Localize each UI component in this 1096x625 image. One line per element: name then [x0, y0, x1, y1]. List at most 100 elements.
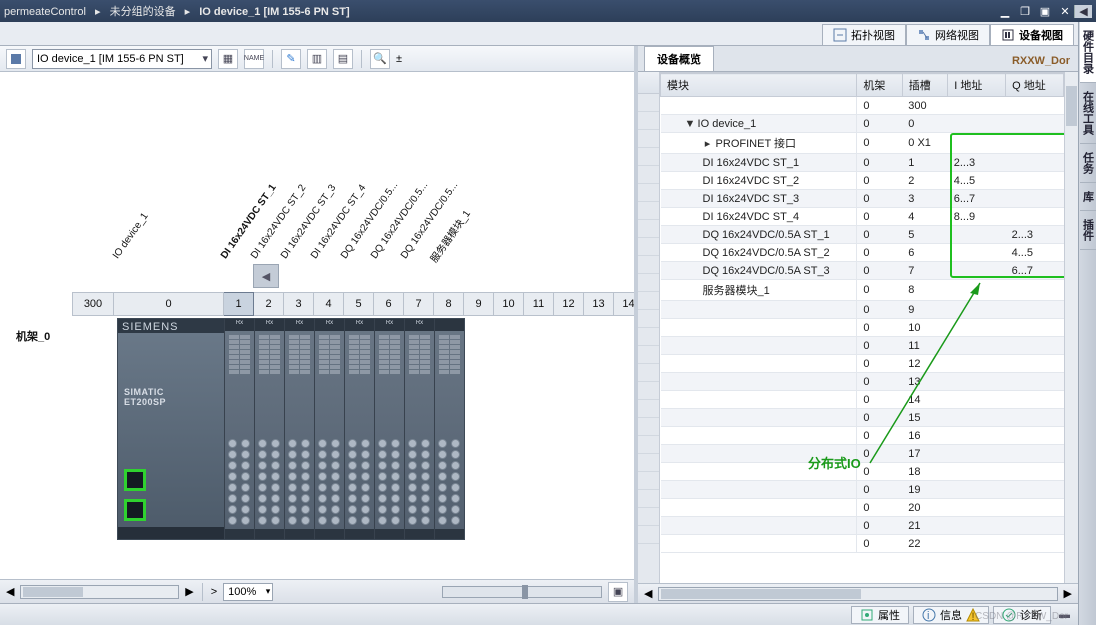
slot-8[interactable]: 8	[434, 292, 464, 316]
slot-5[interactable]: 5	[344, 292, 374, 316]
side-panel-1[interactable]: 在线工具	[1080, 83, 1096, 144]
ethernet-port-2[interactable]	[124, 499, 146, 521]
io-module-5[interactable]: Rx	[344, 319, 374, 539]
table-row[interactable]: ▸ PROFINET 接口00 X1	[661, 133, 1064, 154]
col-rack[interactable]: 机架	[857, 74, 902, 97]
table-row[interactable]: DI 16x24VDC ST_1012...3	[661, 154, 1064, 172]
slot-14[interactable]: 14	[614, 292, 634, 316]
col-module[interactable]: 模块	[661, 74, 857, 97]
slot-12[interactable]: 12	[554, 292, 584, 316]
window-minimize-button[interactable]: ▁	[996, 3, 1014, 19]
collapse-right-button[interactable]: ◀	[1074, 5, 1092, 18]
zoom-slider[interactable]	[442, 586, 602, 598]
grid-button[interactable]: ▥	[307, 49, 327, 69]
v-scrollbar[interactable]	[1064, 72, 1078, 583]
grid-scroll-right[interactable]: ▶	[1064, 587, 1072, 600]
slot-13[interactable]: 13	[584, 292, 614, 316]
show-catalog-button[interactable]: ▦	[218, 49, 238, 69]
tab-diagnostics[interactable]: 诊断	[993, 606, 1051, 624]
side-panel-4[interactable]: 插件	[1080, 211, 1096, 250]
io-module-1[interactable]: Rx	[224, 319, 254, 539]
crumb-group[interactable]: 未分组的设备	[110, 6, 176, 18]
window-close-button[interactable]: ✕	[1056, 3, 1074, 19]
io-module-7[interactable]: Rx	[404, 319, 434, 539]
side-panel-3[interactable]: 库	[1080, 183, 1096, 211]
table-row[interactable]: DQ 16x24VDC/0.5A ST_2064...5	[661, 244, 1064, 262]
zoom-reset-icon[interactable]: ±	[396, 53, 402, 65]
tab-device-view[interactable]: 设备视图	[990, 24, 1074, 45]
side-panel-2[interactable]: 任务	[1080, 144, 1096, 183]
slot-7[interactable]: 7	[404, 292, 434, 316]
table-row[interactable]: 020	[661, 499, 1064, 517]
io-module-4[interactable]: Rx	[314, 319, 344, 539]
slot-11[interactable]: 11	[524, 292, 554, 316]
show-addresses-button[interactable]: NAME	[244, 49, 264, 69]
io-module-8[interactable]	[434, 319, 464, 539]
table-row[interactable]: DI 16x24VDC ST_2024...5	[661, 172, 1064, 190]
slot-10[interactable]: 10	[494, 292, 524, 316]
table-row[interactable]: 013	[661, 373, 1064, 391]
slot-3[interactable]: 3	[284, 292, 314, 316]
table-row[interactable]: DQ 16x24VDC/0.5A ST_3076...7	[661, 262, 1064, 280]
overview-grid[interactable]: 模块 机架 插槽 I 地址 Q 地址 0300▼ IO device_100▸ …	[660, 72, 1064, 583]
highlight-button[interactable]: ✎	[281, 49, 301, 69]
tab-properties[interactable]: 属性	[851, 606, 909, 624]
col-iaddr[interactable]: I 地址	[948, 74, 1006, 97]
table-row[interactable]: 0300	[661, 97, 1064, 115]
window-maximize-button[interactable]: ▣	[1036, 3, 1054, 19]
tab-network-view[interactable]: 网络视图	[906, 24, 990, 45]
col-qaddr[interactable]: Q 地址	[1006, 74, 1064, 97]
zoom-dropdown[interactable]: 100%	[223, 583, 273, 601]
table-row[interactable]: 014	[661, 391, 1064, 409]
window-restore-button[interactable]: ❐	[1016, 3, 1034, 19]
scroll-right-icon[interactable]: ▶	[185, 585, 193, 598]
device-graphic[interactable]: SIEMENS SIMATIC ET200SP RxRxRxRxRxRxRx	[117, 318, 465, 540]
ethernet-port-1[interactable]	[124, 469, 146, 491]
tab-topology-view[interactable]: 拓扑视图	[822, 24, 906, 45]
show-device-button[interactable]	[6, 49, 26, 69]
table-row[interactable]: 019	[661, 481, 1064, 499]
status-collapse-icon[interactable]: ▬	[1055, 609, 1074, 621]
layout-button[interactable]: ▤	[333, 49, 353, 69]
table-row[interactable]: 015	[661, 409, 1064, 427]
table-row[interactable]: 09	[661, 301, 1064, 319]
slot-0[interactable]: 0	[114, 292, 224, 316]
device-canvas[interactable]: IO device_1DI 16x24VDC ST_1DI 16x24VDC S…	[0, 72, 634, 579]
save-layout-button[interactable]: ▣	[608, 582, 628, 602]
slot-6[interactable]: 6	[374, 292, 404, 316]
col-slot[interactable]: 插槽	[902, 74, 947, 97]
tab-info[interactable]: i 信息 !	[913, 606, 989, 624]
table-row[interactable]: 018	[661, 463, 1064, 481]
zoom-fit-button[interactable]: 🔍	[370, 49, 390, 69]
h-scrollbar[interactable]	[20, 585, 179, 599]
io-module-3[interactable]: Rx	[284, 319, 314, 539]
table-row[interactable]: 016	[661, 427, 1064, 445]
crumb-root[interactable]: permeateControl	[4, 6, 86, 18]
table-row[interactable]: ▼ IO device_100	[661, 115, 1064, 133]
table-row[interactable]: 011	[661, 337, 1064, 355]
table-row[interactable]: DQ 16x24VDC/0.5A ST_1052...3	[661, 226, 1064, 244]
slot-1[interactable]: 1	[224, 292, 254, 316]
table-row[interactable]: 017	[661, 445, 1064, 463]
table-row[interactable]: DI 16x24VDC ST_3036...7	[661, 190, 1064, 208]
grid-scroll-left[interactable]: ◀	[644, 587, 652, 600]
table-row[interactable]: DI 16x24VDC ST_4048...9	[661, 208, 1064, 226]
table-row[interactable]: 服务器模块_108	[661, 280, 1064, 301]
tab-device-overview[interactable]: 设备概览	[644, 46, 714, 71]
slot-9[interactable]: 9	[464, 292, 494, 316]
plc-head-module[interactable]: SIEMENS SIMATIC ET200SP	[118, 319, 224, 539]
grid-h-scrollbar[interactable]	[658, 587, 1057, 601]
table-row[interactable]: 021	[661, 517, 1064, 535]
slot-pre[interactable]: 300	[72, 292, 114, 316]
scroll-up-icon[interactable]: >	[211, 586, 217, 598]
table-row[interactable]: 022	[661, 535, 1064, 553]
scroll-left-button[interactable]: ◀	[253, 264, 279, 288]
table-row[interactable]: 012	[661, 355, 1064, 373]
scroll-left-icon[interactable]: ◀	[6, 585, 14, 598]
table-row[interactable]: 010	[661, 319, 1064, 337]
slot-2[interactable]: 2	[254, 292, 284, 316]
io-module-2[interactable]: Rx	[254, 319, 284, 539]
side-panel-0[interactable]: 硬件目录	[1080, 22, 1096, 83]
slot-4[interactable]: 4	[314, 292, 344, 316]
crumb-device[interactable]: IO device_1 [IM 155-6 PN ST]	[199, 6, 349, 18]
